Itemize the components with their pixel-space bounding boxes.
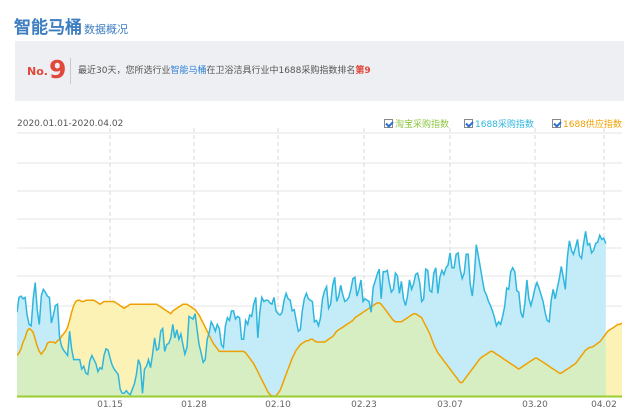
rank-text-part2: 在卫浴洁具行业中1688采购指数排名	[206, 66, 356, 76]
x-tick-label: 04.02	[591, 400, 617, 410]
checkbox-checked-icon[interactable]	[464, 118, 473, 128]
x-tick-label: 03.07	[437, 400, 463, 410]
x-tick-label: 02.23	[351, 400, 377, 410]
checkbox-checked-icon[interactable]	[384, 118, 393, 128]
trend-chart: 01.15 01.28 02.10 02.23 03.07 03.20 04.02	[17, 128, 622, 410]
chart-series-group	[17, 231, 622, 396]
rank-badge: No. 9	[27, 57, 66, 83]
rank-number: 9	[48, 55, 67, 84]
page-subtitle: 数据概况	[84, 23, 128, 36]
page-title: 智能马桶	[14, 18, 82, 38]
x-tick-label: 01.15	[97, 400, 123, 410]
rank-prefix: No.	[27, 65, 48, 78]
page-header: 智能马桶 数据概况	[14, 14, 128, 38]
checkbox-checked-icon[interactable]	[552, 118, 561, 128]
rank-description: 最近30天，您所选行业智能马桶在卫浴洁具行业中1688采购指数排名第9	[78, 64, 371, 78]
rank-text-position: 第9	[355, 66, 371, 76]
rank-text-part1: 最近30天，您所选行业	[78, 66, 171, 76]
x-tick-label: 03.20	[522, 400, 548, 410]
rank-summary-box: No. 9 最近30天，您所选行业智能马桶在卫浴洁具行业中1688采购指数排名第…	[15, 41, 624, 101]
x-tick-label: 01.28	[181, 400, 207, 410]
rank-text-industry[interactable]: 智能马桶	[170, 66, 206, 76]
x-tick-label: 02.10	[265, 400, 291, 410]
rank-divider	[70, 58, 71, 84]
